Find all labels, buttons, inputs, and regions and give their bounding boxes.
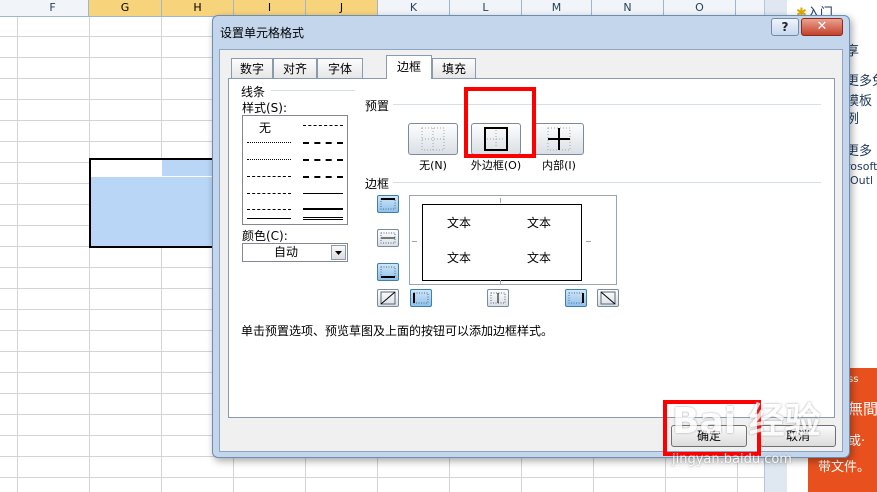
diagonal-down-icon (600, 291, 616, 305)
baidu-watermark-url: jingyan.baidu.com (672, 452, 792, 467)
color-label: 颜色(C): (242, 229, 288, 243)
tab-font[interactable]: 字体 (317, 58, 363, 78)
border-inside-horizontal-button[interactable] (377, 229, 399, 247)
preset-none-button[interactable] (408, 123, 458, 155)
diagonal-up-icon (380, 291, 396, 305)
help-button[interactable]: ? (771, 18, 799, 36)
promo-text-4: 带文件。 (818, 460, 871, 475)
border-left-button[interactable] (410, 289, 432, 307)
task-pane-item-more-free[interactable]: 更多免 (846, 70, 877, 89)
preview-text-bottom-left: 文本 (447, 251, 472, 265)
preset-inside-button[interactable] (534, 123, 584, 155)
border-horizontal-icon (380, 232, 396, 244)
chevron-down-icon (335, 251, 342, 255)
tab-number[interactable]: 数字 (231, 58, 273, 78)
line-style-medium-dash-dot[interactable] (303, 142, 343, 144)
border-right-button[interactable] (565, 289, 587, 307)
line-group-divider (271, 90, 355, 91)
preset-inside-label: 内部(I) (542, 159, 576, 172)
tab-alignment[interactable]: 对齐 (273, 58, 317, 78)
line-style-dash-dot[interactable] (303, 125, 343, 126)
promo-text-3: 或· (848, 434, 866, 449)
presets-label: 预置 (365, 99, 390, 113)
column-header-f[interactable]: F (17, 0, 89, 16)
color-dropdown[interactable]: 自动 (242, 243, 348, 262)
preview-tick-right (586, 241, 591, 242)
line-style-hair[interactable] (247, 142, 291, 143)
preview-text-top-right: 文本 (527, 216, 552, 230)
line-style-list[interactable]: 无 (242, 115, 348, 225)
dropdown-arrow-button[interactable] (331, 245, 346, 260)
preview-outline[interactable]: 文本 文本 文本 文本 (422, 204, 582, 281)
line-style-medium[interactable] (303, 208, 343, 210)
color-value: 自动 (273, 245, 298, 259)
column-header-i[interactable]: I (234, 0, 306, 16)
line-style-dash-dot-2[interactable] (247, 193, 291, 194)
baidu-watermark-logo: Bai 经验 (672, 401, 821, 442)
line-style-slanted[interactable] (303, 159, 343, 161)
tab-border[interactable]: 边框 (386, 55, 432, 79)
line-style-dash-dot-dot[interactable] (247, 176, 291, 177)
border-inside-vertical-button[interactable] (487, 289, 509, 307)
border-label: 边框 (365, 177, 390, 191)
line-style-medium-dashed[interactable] (303, 176, 343, 178)
border-diagonal-up-button[interactable] (377, 289, 399, 307)
border-top-icon (380, 198, 396, 210)
border-right-icon (568, 292, 584, 304)
preset-none-label: 无(N) (419, 159, 447, 172)
line-style-none[interactable]: 无 (259, 119, 271, 136)
preview-tick-top (500, 198, 501, 203)
tab-fill[interactable]: 填充 (432, 58, 476, 78)
column-header-m[interactable]: M (522, 0, 592, 16)
highlight-outline-preset (464, 87, 536, 158)
preview-text-bottom-right: 文本 (527, 251, 552, 265)
close-button[interactable]: ✕ (801, 18, 843, 36)
preset-inside-icon (547, 127, 571, 151)
preset-outline-label: 外边框(O) (470, 159, 522, 172)
line-style-thin[interactable] (303, 193, 343, 194)
column-header-g[interactable]: G (89, 0, 162, 16)
line-style-double[interactable] (303, 217, 343, 220)
border-top-button[interactable] (377, 195, 399, 213)
task-pane-item-outlook[interactable]: Outl (850, 174, 873, 187)
border-left-icon (413, 292, 429, 304)
dialog-title: 设置单元格格式 (220, 26, 305, 40)
preset-none-icon (421, 127, 445, 151)
selected-cell-range-top-right (162, 160, 217, 176)
column-header-o[interactable]: O (664, 0, 736, 16)
column-header-l[interactable]: L (450, 0, 522, 16)
column-header-j[interactable]: J (306, 0, 378, 16)
line-style-dotted[interactable] (247, 159, 291, 160)
border-diagonal-down-button[interactable] (597, 289, 619, 307)
border-divider (393, 182, 821, 183)
border-vertical-icon (490, 292, 506, 304)
hint-text: 单击预置选项、预览草图及上面的按钮可以添加边框样式。 (241, 324, 554, 338)
preview-tick-left (412, 241, 417, 242)
line-style-dashed[interactable] (247, 209, 291, 210)
preview-text-top-left: 文本 (447, 216, 472, 230)
border-preview[interactable]: 文本 文本 文本 文本 (409, 195, 617, 285)
task-pane-item-microsoft[interactable]: rosoft (846, 160, 877, 173)
column-header-n[interactable]: N (592, 0, 664, 16)
border-bottom-icon (380, 266, 396, 278)
preview-tick-bottom (500, 280, 501, 285)
presets-divider (393, 104, 821, 105)
line-group-label: 线条 (241, 85, 266, 99)
promo-text-2: 無間 (848, 400, 877, 418)
column-header-h[interactable]: H (162, 0, 234, 16)
border-bottom-button[interactable] (377, 263, 399, 281)
style-label: 样式(S): (242, 101, 288, 115)
line-style-thin-2[interactable] (247, 218, 291, 219)
column-header-k[interactable]: K (378, 0, 450, 16)
